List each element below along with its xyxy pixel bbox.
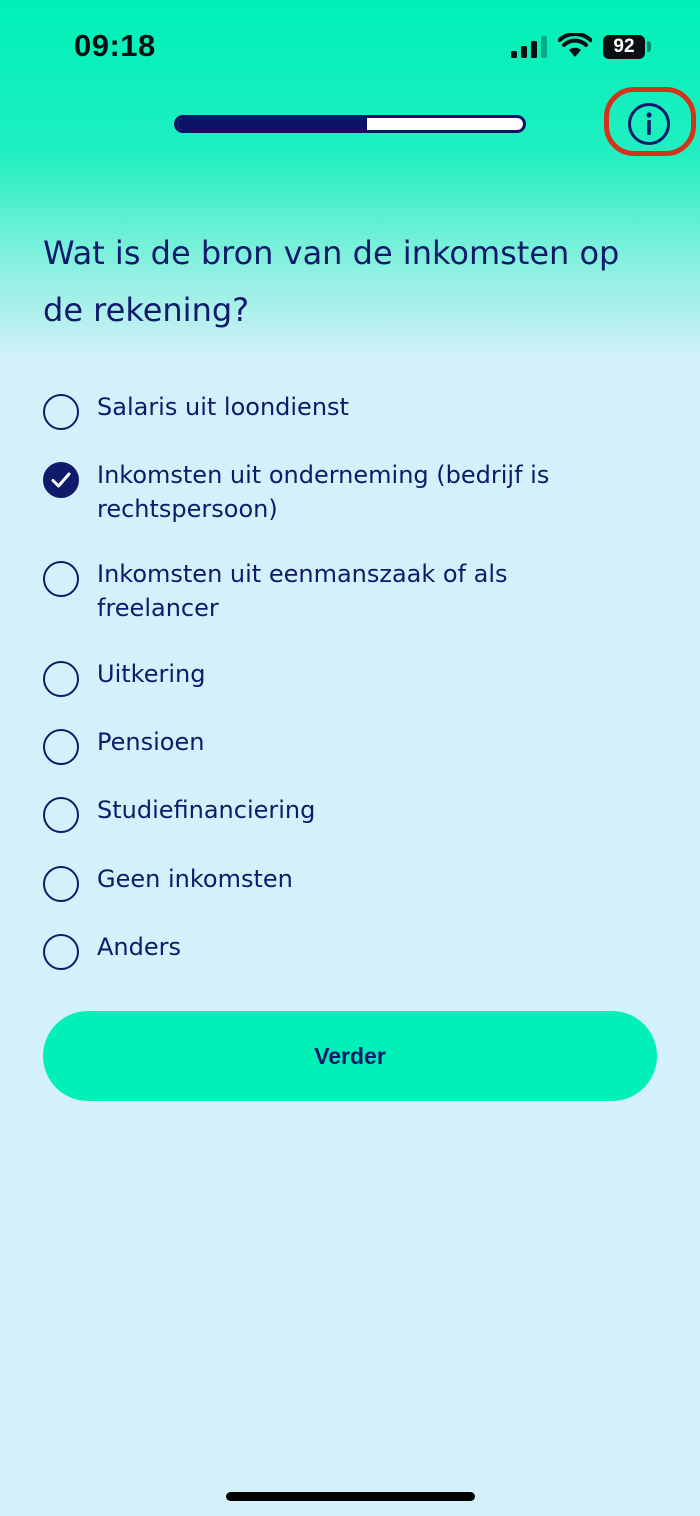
progress-bar-fill <box>177 118 368 130</box>
battery-tip <box>647 41 651 52</box>
option-label: Uitkering <box>97 660 206 688</box>
option-label: Anders <box>97 933 181 961</box>
option-geen-inkomsten[interactable]: Geen inkomsten <box>43 862 663 902</box>
radio-button[interactable] <box>43 561 79 597</box>
radio-button[interactable] <box>43 729 79 765</box>
continue-button[interactable]: Verder <box>43 1011 657 1101</box>
option-pensioen[interactable]: Pensioen <box>43 725 663 765</box>
radio-button[interactable] <box>43 934 79 970</box>
radio-button[interactable] <box>43 866 79 902</box>
status-bar: 09:18 92 <box>0 0 700 95</box>
option-label: Inkomsten uit eenmanszaak of als freelan… <box>97 560 508 622</box>
option-label: Pensioen <box>97 728 205 756</box>
info-button[interactable] <box>628 103 670 145</box>
home-indicator[interactable] <box>226 1492 475 1501</box>
option-eenmanszaak[interactable]: Inkomsten uit eenmanszaak of als freelan… <box>43 557 663 625</box>
option-label: Geen inkomsten <box>97 865 293 893</box>
checkmark-icon <box>51 472 71 488</box>
wifi-icon <box>558 33 592 57</box>
option-onderneming[interactable]: Inkomsten uit onderneming (bedrijf is re… <box>43 458 663 526</box>
battery-icon: 92 <box>603 35 645 59</box>
status-time: 09:18 <box>74 28 156 63</box>
question-title: Wat is de bron van de inkomsten op de re… <box>43 234 620 329</box>
progress-bar <box>174 115 526 133</box>
radio-button[interactable] <box>43 394 79 430</box>
radio-button[interactable] <box>43 661 79 697</box>
option-label: Inkomsten uit onderneming (bedrijf is re… <box>97 461 550 523</box>
info-icon <box>646 112 652 135</box>
option-label: Studiefinanciering <box>97 796 316 824</box>
radio-button-checked[interactable] <box>43 462 79 498</box>
option-uitkering[interactable]: Uitkering <box>43 657 663 697</box>
radio-button[interactable] <box>43 797 79 833</box>
option-label: Salaris uit loondienst <box>97 393 349 421</box>
option-anders[interactable]: Anders <box>43 930 663 970</box>
cellular-signal-icon <box>511 36 547 58</box>
option-studiefinanciering[interactable]: Studiefinanciering <box>43 793 663 833</box>
option-salaris[interactable]: Salaris uit loondienst <box>43 390 663 430</box>
